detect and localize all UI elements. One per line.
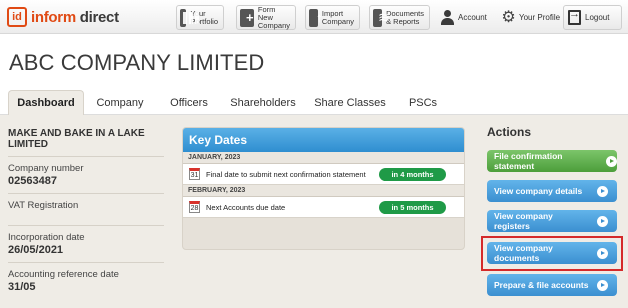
incorporation-date-field: Incorporation date 26/05/2021 [8,225,164,256]
key-dates-panel: Key Dates JANUARY, 2023 31 Final date to… [182,127,465,250]
company-details-panel: MAKE AND BAKE IN A LAKE LIMITED Company … [8,128,164,293]
arrow-right-icon [597,279,608,291]
key-dates-month: FEBRUARY, 2023 [183,185,464,197]
calendar-icon: 31 [189,168,200,180]
file-confirmation-statement-button[interactable]: File confirmation statement [487,150,617,172]
tab-shareholders[interactable]: Shareholders [228,90,298,115]
portfolio-grid-icon [180,8,201,27]
import-upload-icon [309,8,322,27]
prepare-file-accounts-button[interactable]: Prepare & file accounts [487,274,617,296]
key-dates-month: JANUARY, 2023 [183,152,464,164]
arrow-right-icon [597,215,608,227]
form-new-company-button[interactable]: Form New Company [236,5,296,30]
logo-text: inform direct [31,8,119,26]
your-portfolio-button[interactable]: Your Portfolio [176,5,224,30]
inform-direct-logo[interactable]: id inform direct [7,6,119,28]
actions-title: Actions [487,125,532,139]
logout-button[interactable]: Logout [563,5,622,30]
documents-reports-button[interactable]: Documents & Reports [369,5,430,30]
tab-company[interactable]: Company [92,90,148,115]
import-company-button[interactable]: Import Company [305,5,360,30]
account-person-icon [440,10,455,25]
tab-officers[interactable]: Officers [164,90,214,115]
company-number-field: Company number 02563487 [8,156,164,187]
tab-dashboard[interactable]: Dashboard [8,90,84,115]
account-button[interactable]: Account [440,6,487,29]
company-tabs: Dashboard Company Officers Shareholders … [0,84,628,115]
key-date-row[interactable]: 31 Final date to submit next confirmatio… [183,164,464,185]
documents-stack-icon [373,8,390,27]
due-badge: in 5 months [379,201,446,214]
calendar-icon: 28 [189,201,200,213]
accounting-reference-date-value: 31/05 [8,281,36,293]
company-name: MAKE AND BAKE IN A LAKE LIMITED [8,128,145,150]
highlight-box [481,236,623,271]
tab-share-classes[interactable]: Share Classes [314,90,386,115]
view-company-details-button[interactable]: View company details [487,180,617,202]
view-company-registers-button[interactable]: View company registers [487,210,617,232]
due-badge: in 4 months [379,168,446,181]
company-number-value: 02563487 [8,175,57,187]
page-title: ABC COMPANY LIMITED [9,50,265,75]
your-profile-button[interactable]: ⚙ Your Profile [501,6,560,29]
tab-pscs[interactable]: PSCs [403,90,443,115]
gear-icon: ⚙ [501,9,516,26]
vat-registration-field: VAT Registration [8,193,164,219]
arrow-right-icon [606,155,617,167]
top-bar: id inform direct Your Portfolio Form New… [0,0,628,34]
arrow-right-icon [597,185,608,197]
logo-mark: id [7,7,27,27]
accounting-reference-date-field: Accounting reference date 31/05 [8,262,164,293]
key-dates-title: Key Dates [183,128,464,152]
incorporation-date-value: 26/05/2021 [8,244,64,256]
key-date-row[interactable]: 28 Next Accounts due date in 5 months [183,197,464,218]
new-document-icon [240,8,254,27]
logout-exit-icon [568,8,581,25]
